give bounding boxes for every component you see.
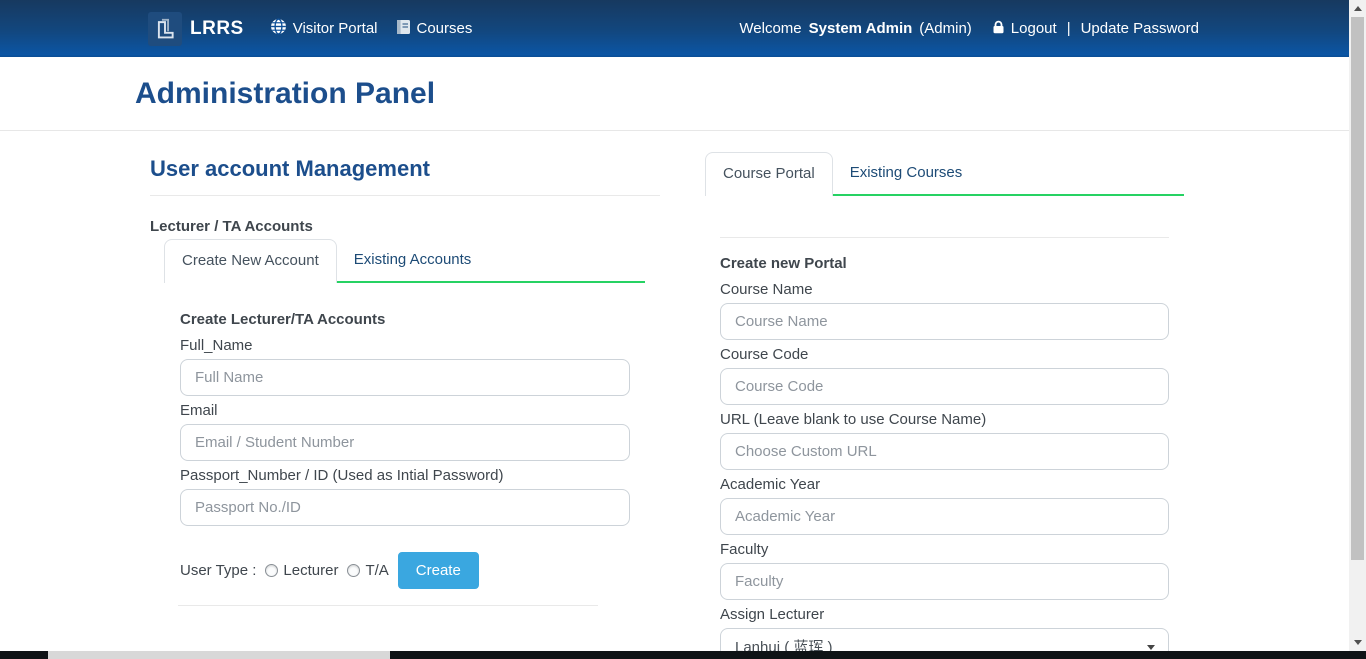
user-type-row: User Type : Lecturer T/A Create xyxy=(180,552,630,589)
create-account-form: Create Lecturer/TA Accounts Full_Name Em… xyxy=(180,311,630,589)
lock-icon xyxy=(992,20,1005,38)
logout-label: Logout xyxy=(1011,20,1057,37)
course-portal-section: Course Portal Existing Courses Create ne… xyxy=(705,131,1185,659)
update-password-label: Update Password xyxy=(1081,20,1199,37)
course-code-input[interactable] xyxy=(720,368,1169,405)
nav-visitor-portal-label: Visitor Portal xyxy=(293,20,378,37)
globe-icon xyxy=(270,18,287,39)
navbar-left-group: LRRS Visitor Portal xyxy=(148,12,490,46)
scrollbar-up-arrow-icon[interactable] xyxy=(1349,0,1366,17)
nav-visitor-portal[interactable]: Visitor Portal xyxy=(270,18,378,39)
radio-lecturer-label: Lecturer xyxy=(283,562,338,579)
user-type-label: User Type : xyxy=(180,562,256,579)
lecturer-ta-accounts-heading: Lecturer / TA Accounts xyxy=(150,218,660,235)
update-password-link[interactable]: Update Password xyxy=(1081,20,1199,37)
faculty-label: Faculty xyxy=(720,541,1169,558)
user-name: System Admin xyxy=(809,20,913,37)
brand-link[interactable]: LRRS xyxy=(148,12,244,46)
scrollbar-down-arrow-icon[interactable] xyxy=(1349,634,1366,651)
faculty-field-group: Faculty xyxy=(720,541,1169,600)
email-input[interactable] xyxy=(180,424,630,461)
bottom-edge-bar xyxy=(0,651,1366,659)
course-name-input[interactable] xyxy=(720,303,1169,340)
passport-field-group: Passport_Number / ID (Used as Intial Pas… xyxy=(180,467,630,526)
custom-url-field-group: URL (Leave blank to use Course Name) xyxy=(720,411,1169,470)
chevron-down-icon xyxy=(1147,645,1155,650)
page-header: Administration Panel xyxy=(0,57,1349,131)
passport-input[interactable] xyxy=(180,489,630,526)
browser-viewport: LRRS Visitor Portal xyxy=(0,0,1366,659)
custom-url-label: URL (Leave blank to use Course Name) xyxy=(720,411,1169,428)
custom-url-input[interactable] xyxy=(720,433,1169,470)
assign-lecturer-label: Assign Lecturer xyxy=(720,606,1169,623)
email-label: Email xyxy=(180,402,630,419)
user-role: (Admin) xyxy=(919,20,972,37)
course-name-field-group: Course Name xyxy=(720,281,1169,340)
brand-label: LRRS xyxy=(190,18,244,40)
left-bottom-divider xyxy=(178,605,598,606)
tab-existing-accounts[interactable]: Existing Accounts xyxy=(337,239,489,283)
welcome-prefix: Welcome xyxy=(739,20,801,37)
account-tabs: Create New Account Existing Accounts xyxy=(164,239,645,283)
full-name-label: Full_Name xyxy=(180,337,630,354)
top-navbar: LRRS Visitor Portal xyxy=(0,0,1349,57)
left-title-divider xyxy=(150,195,660,196)
academic-year-label: Academic Year xyxy=(720,476,1169,493)
passport-label: Passport_Number / ID (Used as Intial Pas… xyxy=(180,467,630,484)
tab-course-portal[interactable]: Course Portal xyxy=(705,152,833,196)
create-account-form-heading: Create Lecturer/TA Accounts xyxy=(180,311,630,328)
tab-create-new-account[interactable]: Create New Account xyxy=(164,239,337,283)
nav-courses[interactable]: Courses xyxy=(396,19,473,39)
create-account-button[interactable]: Create xyxy=(398,552,479,589)
course-code-field-group: Course Code xyxy=(720,346,1169,405)
email-field-group: Email xyxy=(180,402,630,461)
left-section-title: User account Management xyxy=(150,156,660,182)
full-name-field-group: Full_Name xyxy=(180,337,630,396)
course-code-label: Course Code xyxy=(720,346,1169,363)
vertical-scrollbar[interactable] xyxy=(1349,0,1366,659)
tab-existing-courses[interactable]: Existing Courses xyxy=(833,152,980,196)
navbar-right-group: Welcome System Admin (Admin) Logout | Up… xyxy=(739,20,1199,38)
academic-year-input[interactable] xyxy=(720,498,1169,535)
right-top-divider xyxy=(720,237,1169,238)
scrollbar-thumb[interactable] xyxy=(1351,17,1364,560)
nav-courses-label: Courses xyxy=(417,20,473,37)
faculty-input[interactable] xyxy=(720,563,1169,600)
radio-lecturer[interactable] xyxy=(265,564,278,577)
page-title: Administration Panel xyxy=(135,76,1349,112)
create-portal-form: Create new Portal Course Name Course Cod… xyxy=(720,255,1169,659)
radio-ta-label: T/A xyxy=(365,562,388,579)
book-icon xyxy=(396,19,411,39)
nav-separator: | xyxy=(1067,20,1071,37)
lrrs-logo-icon xyxy=(148,12,182,46)
user-account-management-section: User account Management Lecturer / TA Ac… xyxy=(150,131,660,606)
create-portal-heading: Create new Portal xyxy=(720,255,1169,272)
welcome-text: Welcome System Admin (Admin) xyxy=(739,20,971,37)
academic-year-field-group: Academic Year xyxy=(720,476,1169,535)
logout-link[interactable]: Logout xyxy=(992,20,1057,38)
radio-ta[interactable] xyxy=(347,564,360,577)
full-name-input[interactable] xyxy=(180,359,630,396)
bottom-edge-bar-segment xyxy=(48,651,390,659)
course-tabs: Course Portal Existing Courses xyxy=(705,152,1184,196)
course-name-label: Course Name xyxy=(720,281,1169,298)
